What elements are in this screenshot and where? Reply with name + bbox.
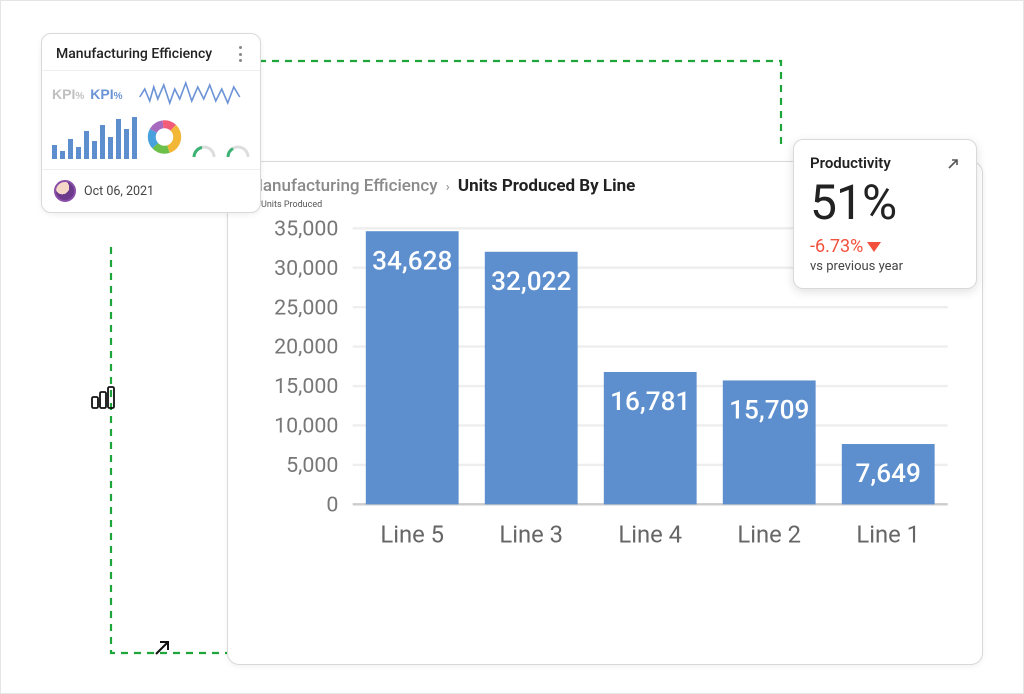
- expand-arrow-icon: [151, 637, 173, 659]
- thumbnail-title: Manufacturing Efficiency: [56, 46, 212, 62]
- x-tick-label: Line 2: [737, 520, 801, 548]
- bar-value-label: 7,649: [856, 459, 921, 489]
- gauge-icon: [226, 145, 250, 159]
- bar-value-label: 16,781: [610, 387, 690, 417]
- svg-text:20,000: 20,000: [274, 335, 338, 360]
- productivity-value: 51%: [810, 178, 960, 228]
- dashboard-thumbnail-card[interactable]: Manufacturing Efficiency KPI% KPI%: [41, 33, 261, 213]
- donut-chart-icon: [147, 115, 182, 159]
- sparkline-icon: [129, 79, 251, 109]
- svg-text:15,000: 15,000: [274, 374, 338, 399]
- svg-text:0: 0: [326, 492, 338, 517]
- gauge-icon: [192, 145, 216, 159]
- bar-value-label: 15,709: [729, 396, 809, 426]
- bar-chart-icon: [89, 383, 117, 411]
- svg-text:10,000: 10,000: [274, 414, 338, 439]
- kpi-badge: KPI%: [90, 86, 122, 102]
- breadcrumb-leaf: Units Produced By Line: [458, 176, 635, 196]
- productivity-card[interactable]: Productivity 51% -6.73% vs previous year: [793, 139, 977, 289]
- mini-bar-chart-icon: [52, 117, 137, 159]
- thumbnail-date: Oct 06, 2021: [84, 184, 154, 199]
- productivity-title: Productivity: [810, 154, 891, 172]
- thumbnail-preview: KPI% KPI%: [42, 71, 260, 169]
- svg-text:30,000: 30,000: [274, 256, 338, 281]
- x-tick-label: Line 4: [618, 520, 682, 548]
- more-options-icon[interactable]: [232, 44, 248, 64]
- x-tick-label: Line 3: [499, 520, 563, 548]
- chevron-right-icon: ›: [446, 180, 450, 195]
- productivity-delta: -6.73%: [810, 236, 960, 257]
- expand-icon[interactable]: [946, 156, 960, 170]
- delta-text: -6.73%: [810, 236, 863, 257]
- legend-label: Units Produced: [261, 200, 322, 210]
- breadcrumb-root[interactable]: Manufacturing Efficiency: [248, 176, 438, 196]
- x-tick-label: Line 1: [856, 520, 920, 548]
- avatar: [54, 180, 76, 202]
- x-tick-label: Line 5: [380, 520, 444, 548]
- productivity-comparison: vs previous year: [810, 259, 960, 274]
- svg-text:5,000: 5,000: [286, 453, 338, 478]
- trend-down-icon: [867, 242, 881, 252]
- bar-value-label: 34,628: [372, 246, 452, 276]
- bar-value-label: 32,022: [491, 267, 571, 297]
- kpi-badge: KPI%: [52, 86, 84, 102]
- svg-text:25,000: 25,000: [274, 295, 338, 320]
- svg-text:35,000: 35,000: [274, 216, 338, 241]
